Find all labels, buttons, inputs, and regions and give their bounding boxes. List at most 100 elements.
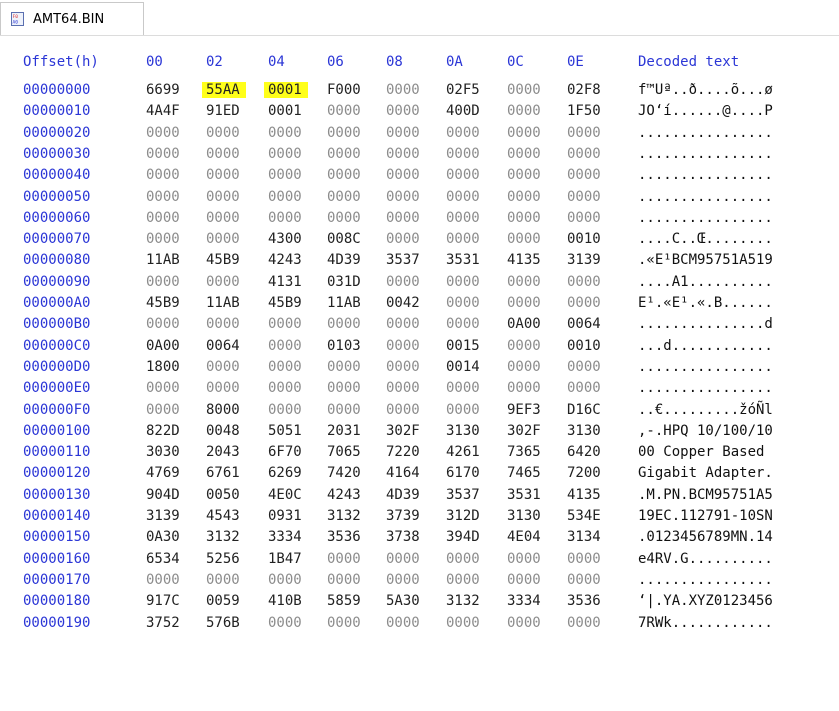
hex-word[interactable]: 0000 (567, 295, 601, 311)
hex-word[interactable]: 0000 (327, 380, 361, 396)
hex-word[interactable]: 3130 (507, 508, 541, 524)
decoded-text[interactable]: .«E¹BCM95751A519 (638, 252, 773, 268)
hex-word[interactable]: 3334 (507, 593, 541, 609)
hex-word[interactable]: 0000 (446, 167, 480, 183)
hex-word[interactable]: 3130 (446, 423, 480, 439)
hex-word[interactable]: 0010 (567, 231, 601, 247)
hex-word[interactable]: 3537 (386, 252, 420, 268)
hex-word[interactable]: 4300 (268, 231, 302, 247)
hex-word[interactable]: 11AB (146, 252, 180, 268)
hex-word[interactable]: 0000 (268, 380, 302, 396)
hex-word[interactable]: 0000 (507, 167, 541, 183)
hex-word[interactable]: 0014 (446, 359, 480, 375)
hex-word[interactable]: 9EF3 (507, 402, 541, 418)
hex-word[interactable]: 3130 (567, 423, 601, 439)
hex-word[interactable]: 0000 (146, 125, 180, 141)
hex-word[interactable]: 0000 (386, 103, 420, 119)
hex-word[interactable]: 0000 (386, 551, 420, 567)
hex-word[interactable]: 6534 (146, 551, 180, 567)
hex-word[interactable]: 02F5 (446, 82, 480, 98)
hex-word[interactable]: 0000 (446, 572, 480, 588)
hex-word[interactable]: 0000 (327, 125, 361, 141)
hex-word[interactable]: 0000 (268, 316, 302, 332)
hex-word[interactable]: 0000 (386, 231, 420, 247)
decoded-text[interactable]: ................ (638, 210, 773, 226)
hex-word[interactable]: 3537 (446, 487, 480, 503)
hex-word[interactable]: 7420 (327, 465, 361, 481)
hex-word[interactable]: 0000 (146, 316, 180, 332)
hex-word[interactable]: D16C (567, 402, 601, 418)
hex-word[interactable]: 0000 (268, 189, 302, 205)
hex-word[interactable]: 3752 (146, 615, 180, 631)
hex-word[interactable]: 5859 (327, 593, 361, 609)
hex-word[interactable]: 0000 (206, 146, 240, 162)
hex-word[interactable]: 0000 (327, 103, 361, 119)
hex-word[interactable]: 0000 (567, 572, 601, 588)
hex-word[interactable]: 0000 (206, 125, 240, 141)
hex-word[interactable]: 0000 (268, 359, 302, 375)
hex-word[interactable]: 4261 (446, 444, 480, 460)
decoded-text[interactable]: Gigabit Adapter. (638, 465, 773, 481)
decoded-text[interactable]: ................ (638, 167, 773, 183)
hex-word[interactable]: 0000 (567, 551, 601, 567)
hex-word[interactable]: 1B47 (268, 551, 302, 567)
decoded-text[interactable]: 19EC.112791-10SN (638, 508, 773, 524)
decoded-text[interactable]: 00 Copper Based (638, 444, 773, 460)
hex-word[interactable]: 0000 (507, 380, 541, 396)
hex-word[interactable]: 4164 (386, 465, 420, 481)
hex-word[interactable]: 0000 (567, 167, 601, 183)
hex-word[interactable]: 0000 (507, 338, 541, 354)
hex-word[interactable]: 0000 (446, 402, 480, 418)
decoded-text[interactable]: ................ (638, 189, 773, 205)
hex-word[interactable]: 0000 (386, 167, 420, 183)
hex-word[interactable]: 0000 (507, 210, 541, 226)
hex-word[interactable]: 0000 (446, 146, 480, 162)
hex-word[interactable]: 0000 (327, 572, 361, 588)
hex-word[interactable]: 0000 (146, 210, 180, 226)
hex-word[interactable]: 3531 (507, 487, 541, 503)
hex-word[interactable]: 0000 (386, 615, 420, 631)
hex-word[interactable]: 0000 (386, 316, 420, 332)
hex-word[interactable]: 8000 (206, 402, 240, 418)
hex-word[interactable]: 0000 (146, 189, 180, 205)
decoded-text[interactable]: ...............d (638, 316, 773, 332)
hex-word[interactable]: 0000 (206, 316, 240, 332)
hex-word[interactable]: 576B (206, 615, 240, 631)
hex-word[interactable]: 0042 (386, 295, 420, 311)
hex-word[interactable]: 45B9 (268, 295, 302, 311)
hex-word[interactable]: 0000 (327, 316, 361, 332)
hex-word[interactable]: 0000 (206, 189, 240, 205)
hex-word[interactable]: 0000 (567, 380, 601, 396)
hex-word[interactable]: 0001 (268, 103, 302, 119)
hex-word[interactable]: 0000 (386, 572, 420, 588)
hex-word[interactable]: 0000 (327, 167, 361, 183)
hex-word[interactable]: 0000 (327, 210, 361, 226)
decoded-text[interactable]: ‘|.YA.XYZ0123456 (638, 593, 773, 609)
hex-word[interactable]: 0000 (446, 551, 480, 567)
decoded-text[interactable]: ................ (638, 359, 773, 375)
hex-word[interactable]: 3738 (386, 529, 420, 545)
hex-word[interactable]: 0000 (268, 125, 302, 141)
decoded-text[interactable]: E¹.«E¹.«.B...... (638, 295, 773, 311)
hex-word[interactable]: 0000 (446, 615, 480, 631)
hex-word[interactable]: 0000 (567, 146, 601, 162)
hex-word[interactable]: 3334 (268, 529, 302, 545)
hex-word[interactable]: 3132 (327, 508, 361, 524)
hex-word[interactable]: 0000 (507, 359, 541, 375)
hex-word[interactable]: 4E0C (268, 487, 302, 503)
decoded-text[interactable]: 7RWk............ (638, 615, 773, 631)
hex-word[interactable]: 3536 (327, 529, 361, 545)
decoded-text[interactable]: e4RV.G.......... (638, 551, 773, 567)
hex-word[interactable]: 534E (567, 508, 601, 524)
hex-word[interactable]: 0000 (507, 103, 541, 119)
hex-word[interactable]: 0000 (206, 210, 240, 226)
hex-word[interactable]: 7465 (507, 465, 541, 481)
hex-word[interactable]: 0000 (386, 338, 420, 354)
hex-word[interactable]: 0000 (386, 210, 420, 226)
hex-word[interactable]: 0000 (567, 359, 601, 375)
hex-word[interactable]: 7365 (507, 444, 541, 460)
hex-word[interactable]: 410B (268, 593, 302, 609)
hex-word[interactable]: 0000 (567, 274, 601, 290)
hex-word[interactable]: 0000 (446, 210, 480, 226)
hex-word[interactable]: 4E04 (507, 529, 541, 545)
